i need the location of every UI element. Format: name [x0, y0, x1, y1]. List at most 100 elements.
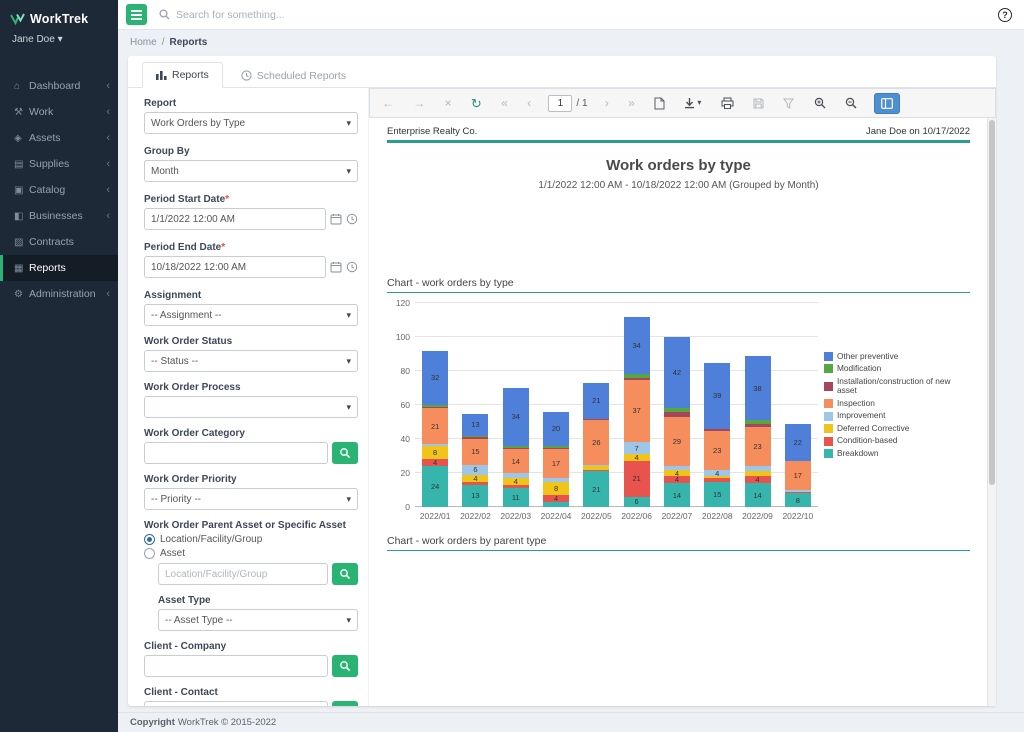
- breadcrumb-home[interactable]: Home: [130, 37, 157, 48]
- next-page-icon[interactable]: ›: [603, 95, 611, 111]
- clock-icon[interactable]: [346, 213, 358, 225]
- period-end-input[interactable]: [144, 256, 326, 278]
- stacked-bar: 621473734: [624, 317, 650, 507]
- viewer-scrollbar: [987, 118, 996, 706]
- worktrek-wing-icon: [10, 13, 25, 25]
- y-tick-label: 0: [405, 502, 410, 512]
- client-contact-input[interactable]: [144, 701, 328, 706]
- bar-segment: 6: [462, 465, 488, 475]
- sidebar-item-contracts[interactable]: ▨ Contracts: [0, 229, 118, 255]
- assignment-select[interactable]: -- Assignment -- ▾: [144, 304, 358, 326]
- legend-item: Modification: [824, 364, 970, 374]
- brand-logo: WorkTrek: [0, 0, 118, 30]
- bar-slot: 621473734: [616, 317, 656, 507]
- radio-unselected-icon[interactable]: [144, 548, 155, 559]
- report-label: Report: [144, 98, 358, 109]
- sidebar-item-supplies[interactable]: ▤ Supplies ‹: [0, 151, 118, 177]
- chevron-left-icon: ‹: [106, 158, 110, 170]
- page-number-input[interactable]: [548, 95, 572, 112]
- bar-segment: 4: [664, 476, 690, 483]
- hamburger-menu-button[interactable]: [126, 4, 147, 25]
- calendar-icon[interactable]: [330, 213, 342, 225]
- client-company-input[interactable]: [144, 655, 328, 677]
- first-page-icon[interactable]: «: [499, 95, 510, 111]
- filter-funnel-icon[interactable]: [781, 96, 796, 111]
- tab-reports[interactable]: Reports: [142, 62, 223, 88]
- wo-category-input[interactable]: [144, 442, 328, 464]
- clock-icon[interactable]: [346, 261, 358, 273]
- print-icon[interactable]: [719, 95, 736, 111]
- wo-priority-select[interactable]: -- Priority -- ▾: [144, 488, 358, 510]
- lookup-button[interactable]: [332, 701, 358, 706]
- sidebar-item-businesses[interactable]: ◧ Businesses ‹: [0, 203, 118, 229]
- chart-section-heading-2: Chart - work orders by parent type: [387, 535, 970, 551]
- caret-down-icon: ▾: [346, 166, 351, 177]
- sidebar-item-work[interactable]: ⚒ Work ‹: [0, 99, 118, 125]
- legend-item: Other preventive: [824, 352, 970, 362]
- wo-status-select[interactable]: -- Status -- ▾: [144, 350, 358, 372]
- wo-process-select[interactable]: ▾: [144, 396, 358, 418]
- bar-chart-icon: ▦: [14, 263, 29, 274]
- y-tick-label: 40: [401, 434, 410, 444]
- panel-layout-icon: [881, 98, 893, 109]
- y-tick-label: 20: [401, 468, 410, 478]
- sidebar-item-administration[interactable]: ⚙ Administration ‹: [0, 281, 118, 307]
- help-icon[interactable]: ?: [998, 8, 1012, 22]
- lookup-button[interactable]: [332, 655, 358, 677]
- caret-down-icon: ▾: [346, 118, 351, 129]
- legend-label: Other preventive: [837, 352, 898, 362]
- radio-location-facility-group[interactable]: Location/Facility/Group: [144, 534, 358, 545]
- x-tick-label: 2022/04: [536, 507, 576, 521]
- document-icon[interactable]: [652, 95, 667, 112]
- report-select[interactable]: Work Orders by Type ▾: [144, 112, 358, 134]
- lookup-button[interactable]: [332, 563, 358, 585]
- catalog-icon: ▣: [14, 185, 29, 196]
- sidebar-item-assets[interactable]: ◈ Assets ‹: [0, 125, 118, 151]
- back-icon[interactable]: ←: [380, 95, 396, 111]
- bar-segment: 4: [462, 475, 488, 482]
- radio-selected-icon[interactable]: [144, 534, 155, 545]
- legend-label: Improvement: [837, 411, 885, 421]
- report-company: Enterprise Realty Co.: [387, 126, 477, 137]
- close-icon[interactable]: ×: [443, 95, 454, 111]
- topbar: ?: [118, 0, 1024, 30]
- sidebar-item-dashboard[interactable]: ⌂ Dashboard ‹: [0, 73, 118, 99]
- lookup-button[interactable]: [332, 442, 358, 464]
- location-facility-group-input[interactable]: [158, 563, 328, 585]
- bar-segment: 4: [624, 454, 650, 461]
- previous-page-icon[interactable]: ‹: [525, 95, 533, 111]
- period-start-input[interactable]: [144, 208, 326, 230]
- asset-type-select[interactable]: -- Asset Type -- ▾: [158, 609, 358, 631]
- required-asterisk: *: [221, 242, 225, 253]
- download-icon[interactable]: ▾: [682, 95, 703, 111]
- report-subtitle: 1/1/2022 12:00 AM - 10/18/2022 12:00 AM …: [387, 180, 970, 191]
- tab-scheduled-reports[interactable]: Scheduled Reports: [227, 62, 360, 88]
- calendar-icon[interactable]: [330, 261, 342, 273]
- scrollbar-thumb[interactable]: [989, 120, 995, 485]
- zoom-in-icon[interactable]: [812, 95, 828, 111]
- x-tick-label: 2022/05: [576, 507, 616, 521]
- zoom-out-icon[interactable]: [843, 95, 859, 111]
- sidebar-item-catalog[interactable]: ▣ Catalog ‹: [0, 177, 118, 203]
- bar-slot: 481720: [536, 412, 576, 507]
- group-by-select[interactable]: Month ▾: [144, 160, 358, 182]
- copyright-label: Copyright: [130, 717, 175, 728]
- chart-xlabels: 2022/012022/022022/032022/042022/052022/…: [415, 507, 818, 521]
- last-page-icon[interactable]: »: [626, 95, 637, 111]
- wo-priority-label: Work Order Priority: [144, 474, 358, 485]
- x-tick-label: 2022/06: [616, 507, 656, 521]
- wrench-icon: ⚒: [14, 107, 29, 118]
- search-input[interactable]: [176, 9, 456, 21]
- bar-slot: 1542339: [697, 363, 737, 507]
- user-menu[interactable]: Jane Doe ▾: [0, 30, 118, 59]
- sidebar-item-reports[interactable]: ▦ Reports: [0, 255, 118, 281]
- caret-down-icon: ▾: [346, 310, 351, 321]
- refresh-icon[interactable]: ↻: [469, 95, 484, 112]
- chevron-left-icon: ‹: [106, 184, 110, 196]
- copyright-text: WorkTrek © 2015-2022: [178, 717, 276, 728]
- header-divider: [387, 140, 970, 143]
- radio-asset[interactable]: Asset: [144, 548, 358, 559]
- save-icon[interactable]: [751, 96, 766, 111]
- forward-icon[interactable]: →: [411, 95, 427, 111]
- toggle-panel-button[interactable]: [874, 93, 900, 114]
